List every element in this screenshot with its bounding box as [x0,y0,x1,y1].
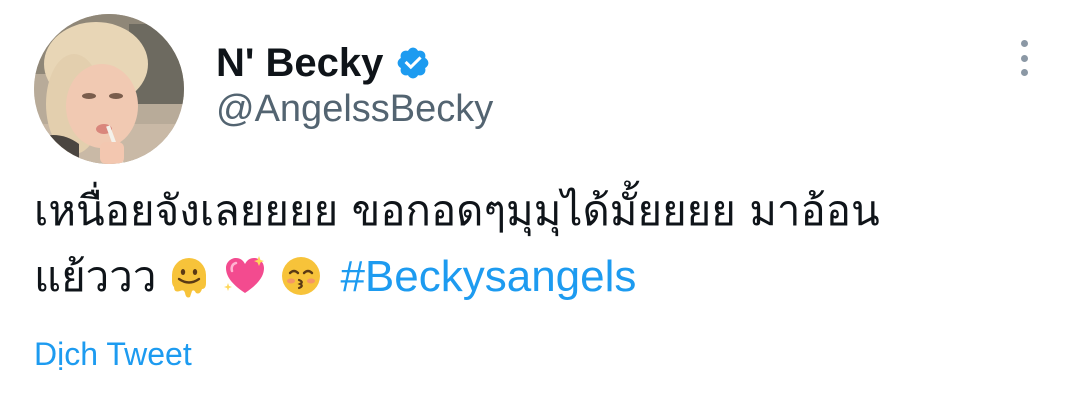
tweet-text: เหนื่อยจังเลยยยย ขอกอดๆมุมุได้มั้ยยยย มา… [34,178,1044,310]
more-options-button[interactable] [1006,36,1042,80]
author-display-name[interactable]: N' Becky [216,41,383,86]
verified-badge-icon [395,45,431,81]
more-vertical-icon [1020,40,1028,47]
more-vertical-icon [1020,54,1028,62]
avatar-photo [34,14,184,164]
tweet-card: N' Becky @AngelssBecky เหนื่อยจังเลยยยย … [0,0,1080,415]
author-name-row: N' Becky [216,38,431,88]
tweet-text-line-1: เหนื่อยจังเลยยยย ขอกอดๆมุมุได้มั้ยยยย มา… [34,186,880,235]
author-handle[interactable]: @AngelssBecky [216,88,493,131]
avatar[interactable] [34,14,184,164]
hashtag-link[interactable]: #Beckysangels [340,252,636,301]
translate-tweet-link[interactable]: Dịch Tweet [34,336,192,373]
melting-face-emoji [166,252,212,298]
tweet-text-line-2-words: แย้ววว [34,252,157,301]
more-vertical-icon [1020,69,1028,76]
tweet-text-line-2: แย้ววว #Beckysangels [34,244,1044,310]
kissing-face-emoji [278,252,324,298]
sparkling-heart-emoji [222,252,268,298]
